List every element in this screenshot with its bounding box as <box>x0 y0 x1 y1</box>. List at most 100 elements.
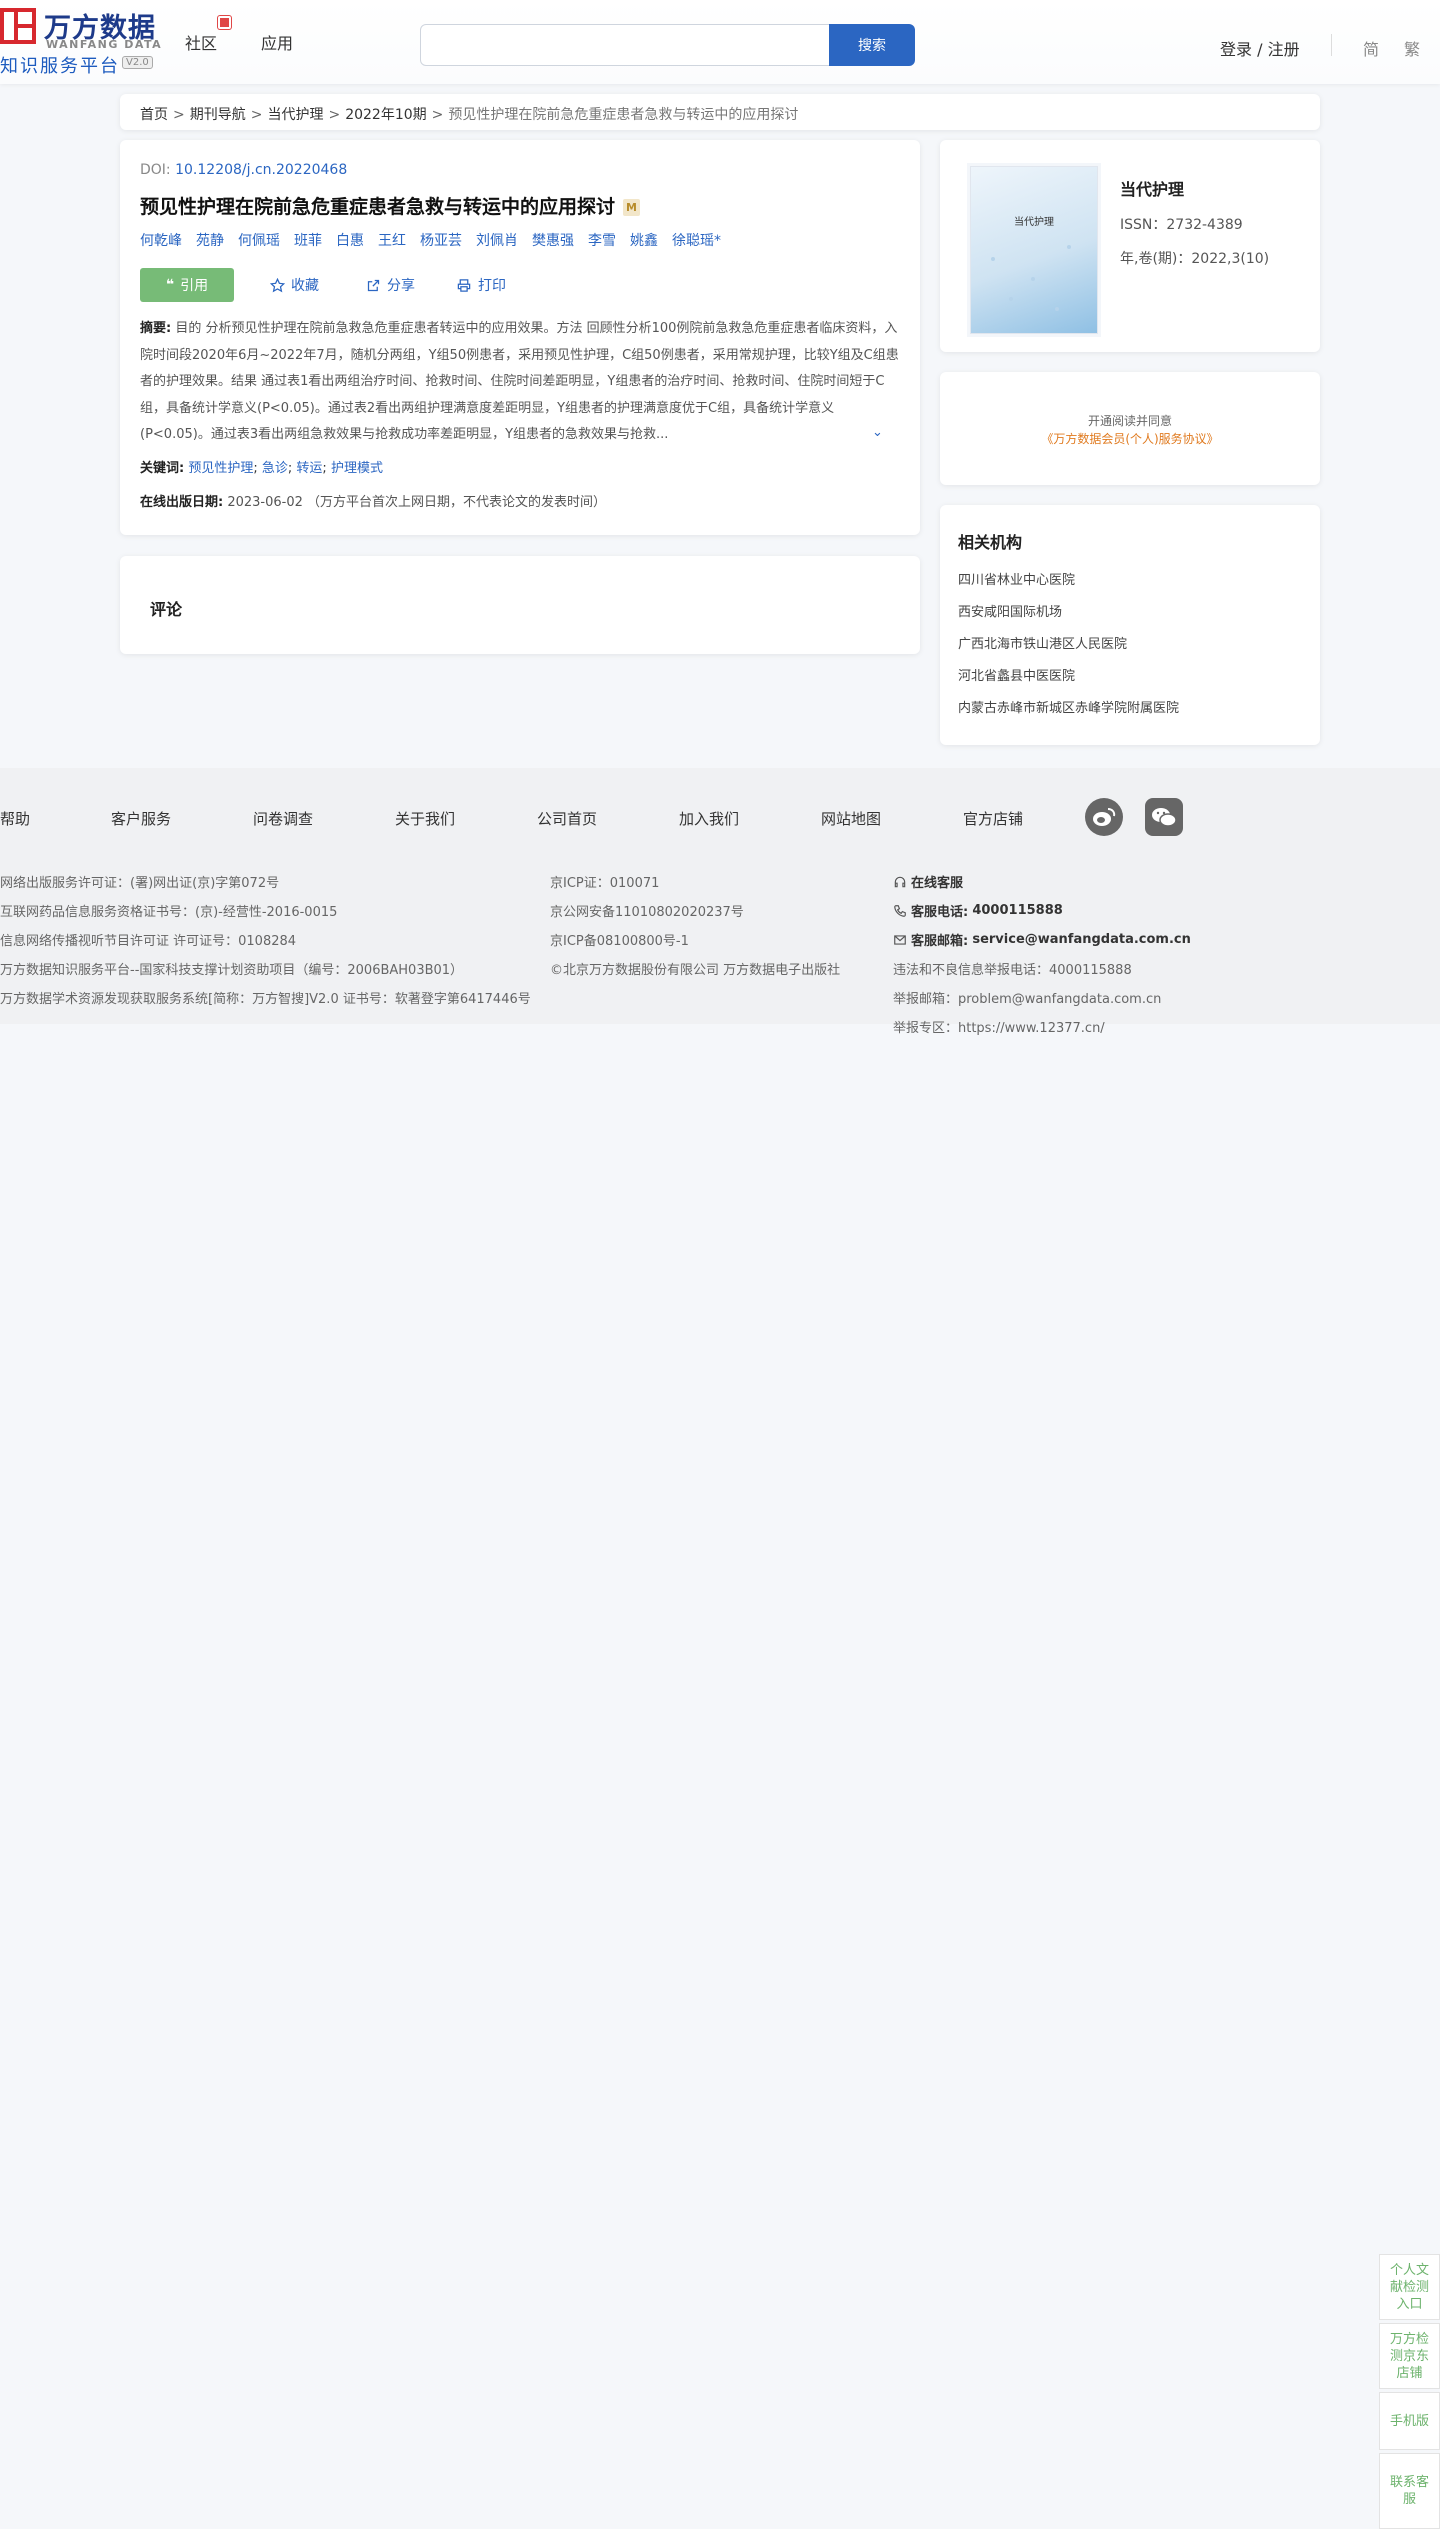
media-badge-icon[interactable]: M <box>623 199 641 216</box>
float-mobile[interactable]: 手机版 <box>1379 2392 1440 2450</box>
search-input[interactable] <box>420 24 830 66</box>
author-link[interactable]: 班菲 <box>294 233 322 249</box>
search-button[interactable]: 搜索 <box>829 24 915 66</box>
report-site[interactable]: 举报专区：https://www.12377.cn/ <box>893 1012 1191 1041</box>
footer-contact: 在线客服 客服电话: 4000115888 客服邮箱: service@wanf… <box>893 867 1191 1041</box>
top-header: 万方数据 WANFANG DATA 知识服务平台 V2.0 社区 应用 搜索 登… <box>0 0 1440 84</box>
float-contact-service[interactable]: 联系客服 <box>1379 2453 1440 2529</box>
author-link[interactable]: 杨亚芸 <box>420 233 462 249</box>
doi-line: DOI: 10.12208/j.cn.20220468 <box>140 162 347 178</box>
article-title: 预见性护理在院前急危重症患者急救与转运中的应用探讨 M <box>140 192 641 219</box>
lang-simplified[interactable]: 简 <box>1363 36 1379 60</box>
footer-link-help[interactable]: 帮助 <box>0 808 30 829</box>
abstract: 摘要: 目的 分析预见性护理在院前急救急危重症患者转运中的应用效果。方法 回顾性… <box>140 316 900 448</box>
keyword-link[interactable]: 转运 <box>296 461 322 476</box>
author-list: 何乾峰 苑静 何佩瑶 班菲 白惠 王红 杨亚芸 刘佩肖 樊惠强 李雪 姚鑫 徐聪瑶* <box>140 230 735 250</box>
agreement-card: 开通阅读并同意 《万方数据会员(个人)服务协议》 <box>940 372 1320 485</box>
footer-link-store[interactable]: 官方店铺 <box>963 808 1023 829</box>
footer-link-about[interactable]: 关于我们 <box>395 808 455 829</box>
icp-line[interactable]: 京ICP证：010071 <box>550 867 840 896</box>
doi-link[interactable]: 10.12208/j.cn.20220468 <box>175 162 347 178</box>
doi-label: DOI: <box>140 162 171 178</box>
weibo-icon[interactable] <box>1085 798 1123 836</box>
report-email[interactable]: 举报邮箱：problem@wanfangdata.com.cn <box>893 983 1191 1012</box>
mail-icon <box>894 934 906 945</box>
icp-line[interactable]: 京ICP备08100800号-1 <box>550 925 840 954</box>
footer-link-join[interactable]: 加入我们 <box>679 808 739 829</box>
breadcrumb-journal[interactable]: 当代护理 <box>267 107 323 123</box>
favorite-button[interactable]: 收藏 <box>270 275 319 295</box>
author-link[interactable]: 李雪 <box>588 233 616 249</box>
footer-link-survey[interactable]: 问卷调查 <box>253 808 313 829</box>
org-list: 四川省林业中心医院 西安咸阳国际机场 广西北海市铁山港区人民医院 河北省蠡县中医… <box>958 569 1179 729</box>
org-item[interactable]: 内蒙古赤峰市新城区赤峰学院附属医院 <box>958 697 1179 729</box>
author-link[interactable]: 樊惠强 <box>532 233 574 249</box>
breadcrumb-journal-nav[interactable]: 期刊导航 <box>190 107 246 123</box>
author-link[interactable]: 徐聪瑶* <box>672 233 721 249</box>
footer-link-service[interactable]: 客户服务 <box>111 808 171 829</box>
org-item[interactable]: 西安咸阳国际机场 <box>958 601 1179 633</box>
keywords-label: 关键词: <box>140 461 185 476</box>
journal-cover[interactable]: 当代护理 <box>970 166 1098 334</box>
logo-version-badge: V2.0 <box>122 56 153 69</box>
org-item[interactable]: 河北省蠡县中医医院 <box>958 665 1179 697</box>
print-button[interactable]: 打印 <box>456 275 506 295</box>
lang-traditional[interactable]: 繁 <box>1404 36 1420 60</box>
footer-icp: 京ICP证：010071 京公网安备11010802020237号 京ICP备0… <box>550 867 840 983</box>
breadcrumb-current: 预见性护理在院前急危重症患者急救与转运中的应用探讨 <box>448 107 799 123</box>
journal-card: 当代护理 当代护理 ISSN：2732-4389 年,卷(期)：2022,3(1… <box>940 140 1320 352</box>
author-link[interactable]: 何乾峰 <box>140 233 182 249</box>
wechat-icon[interactable] <box>1145 798 1183 836</box>
online-service-link[interactable]: 在线客服 <box>893 867 1191 896</box>
float-plagiarism-check[interactable]: 个人文献检测入口 <box>1379 2254 1440 2320</box>
icp-line[interactable]: 京公网安备11010802020237号 <box>550 896 840 925</box>
org-item[interactable]: 广西北海市铁山港区人民医院 <box>958 633 1179 665</box>
comment-title: 评论 <box>150 600 183 619</box>
footer-link-sitemap[interactable]: 网站地图 <box>821 808 881 829</box>
wanfang-logo[interactable]: 万方数据 WANFANG DATA 知识服务平台 V2.0 <box>0 6 163 77</box>
cite-button[interactable]: ❝ 引用 <box>140 268 234 302</box>
report-phone: 违法和不良信息举报电话：4000115888 <box>893 963 1132 978</box>
journal-year-issue: 年,卷(期)：2022,3(10) <box>1120 251 1270 267</box>
author-link[interactable]: 苑静 <box>196 233 224 249</box>
header-divider <box>1331 34 1332 56</box>
login-register-link[interactable]: 登录 / 注册 <box>1220 36 1300 60</box>
community-new-badge-icon <box>218 16 231 29</box>
service-phone: 客服电话: 4000115888 <box>893 896 1191 925</box>
expand-chevron-icon[interactable]: ⌄ <box>872 425 883 440</box>
nav-apps[interactable]: 应用 <box>261 30 293 54</box>
author-link[interactable]: 王红 <box>378 233 406 249</box>
phone-icon <box>894 904 906 917</box>
footer-licenses: 网络出版服务许可证：(署)网出证(京)字第072号 互联网药品信息服务资格证书号… <box>0 867 531 1012</box>
license-line: 网络出版服务许可证：(署)网出证(京)字第072号 <box>0 876 280 891</box>
author-link[interactable]: 白惠 <box>336 233 364 249</box>
breadcrumb-issue[interactable]: 2022年10期 <box>345 107 426 123</box>
license-line: 万方数据学术资源发现获取服务系统[简称：万方智搜]V2.0 证书号：软著登字第6… <box>0 992 531 1007</box>
article-card: DOI: 10.12208/j.cn.20220468 预见性护理在院前急危重症… <box>120 140 920 535</box>
related-orgs-title: 相关机构 <box>958 533 1023 552</box>
pub-date-label: 在线出版日期: <box>140 495 224 510</box>
keyword-link[interactable]: 护理模式 <box>331 461 383 476</box>
breadcrumb: 首页 > 期刊导航 > 当代护理 >2022年10期 > 预见性护理在院前急危重症患者急救与转… <box>120 94 1320 130</box>
float-jd-store[interactable]: 万方检测京东店铺 <box>1379 2323 1440 2389</box>
logo-mark-icon <box>0 8 36 44</box>
keyword-link[interactable]: 预见性护理 <box>188 461 253 476</box>
service-email: 客服邮箱: service@wanfangdata.com.cn <box>893 925 1191 954</box>
share-icon <box>367 279 380 291</box>
pub-date-note: （万方平台首次上网日期，不代表论文的发表时间） <box>307 495 607 510</box>
nav-community[interactable]: 社区 <box>185 30 217 54</box>
author-link[interactable]: 姚鑫 <box>630 233 658 249</box>
author-link[interactable]: 何佩瑶 <box>238 233 280 249</box>
keywords: 关键词: 预见性护理; 急诊; 转运; 护理模式 <box>140 461 383 476</box>
breadcrumb-home[interactable]: 首页 <box>140 107 168 123</box>
author-link[interactable]: 刘佩肖 <box>476 233 518 249</box>
agreement-link[interactable]: 《万方数据会员(个人)服务协议》 <box>940 430 1320 447</box>
icp-line: ©北京万方数据股份有限公司 万方数据电子出版社 <box>550 963 841 978</box>
star-icon <box>270 277 285 292</box>
org-item[interactable]: 四川省林业中心医院 <box>958 569 1179 601</box>
keyword-link[interactable]: 急诊 <box>262 461 288 476</box>
share-button[interactable]: 分享 <box>366 275 415 295</box>
logo-name-en: WANFANG DATA <box>46 38 163 51</box>
footer-link-company[interactable]: 公司首页 <box>537 808 597 829</box>
journal-name[interactable]: 当代护理 <box>1120 176 1184 200</box>
